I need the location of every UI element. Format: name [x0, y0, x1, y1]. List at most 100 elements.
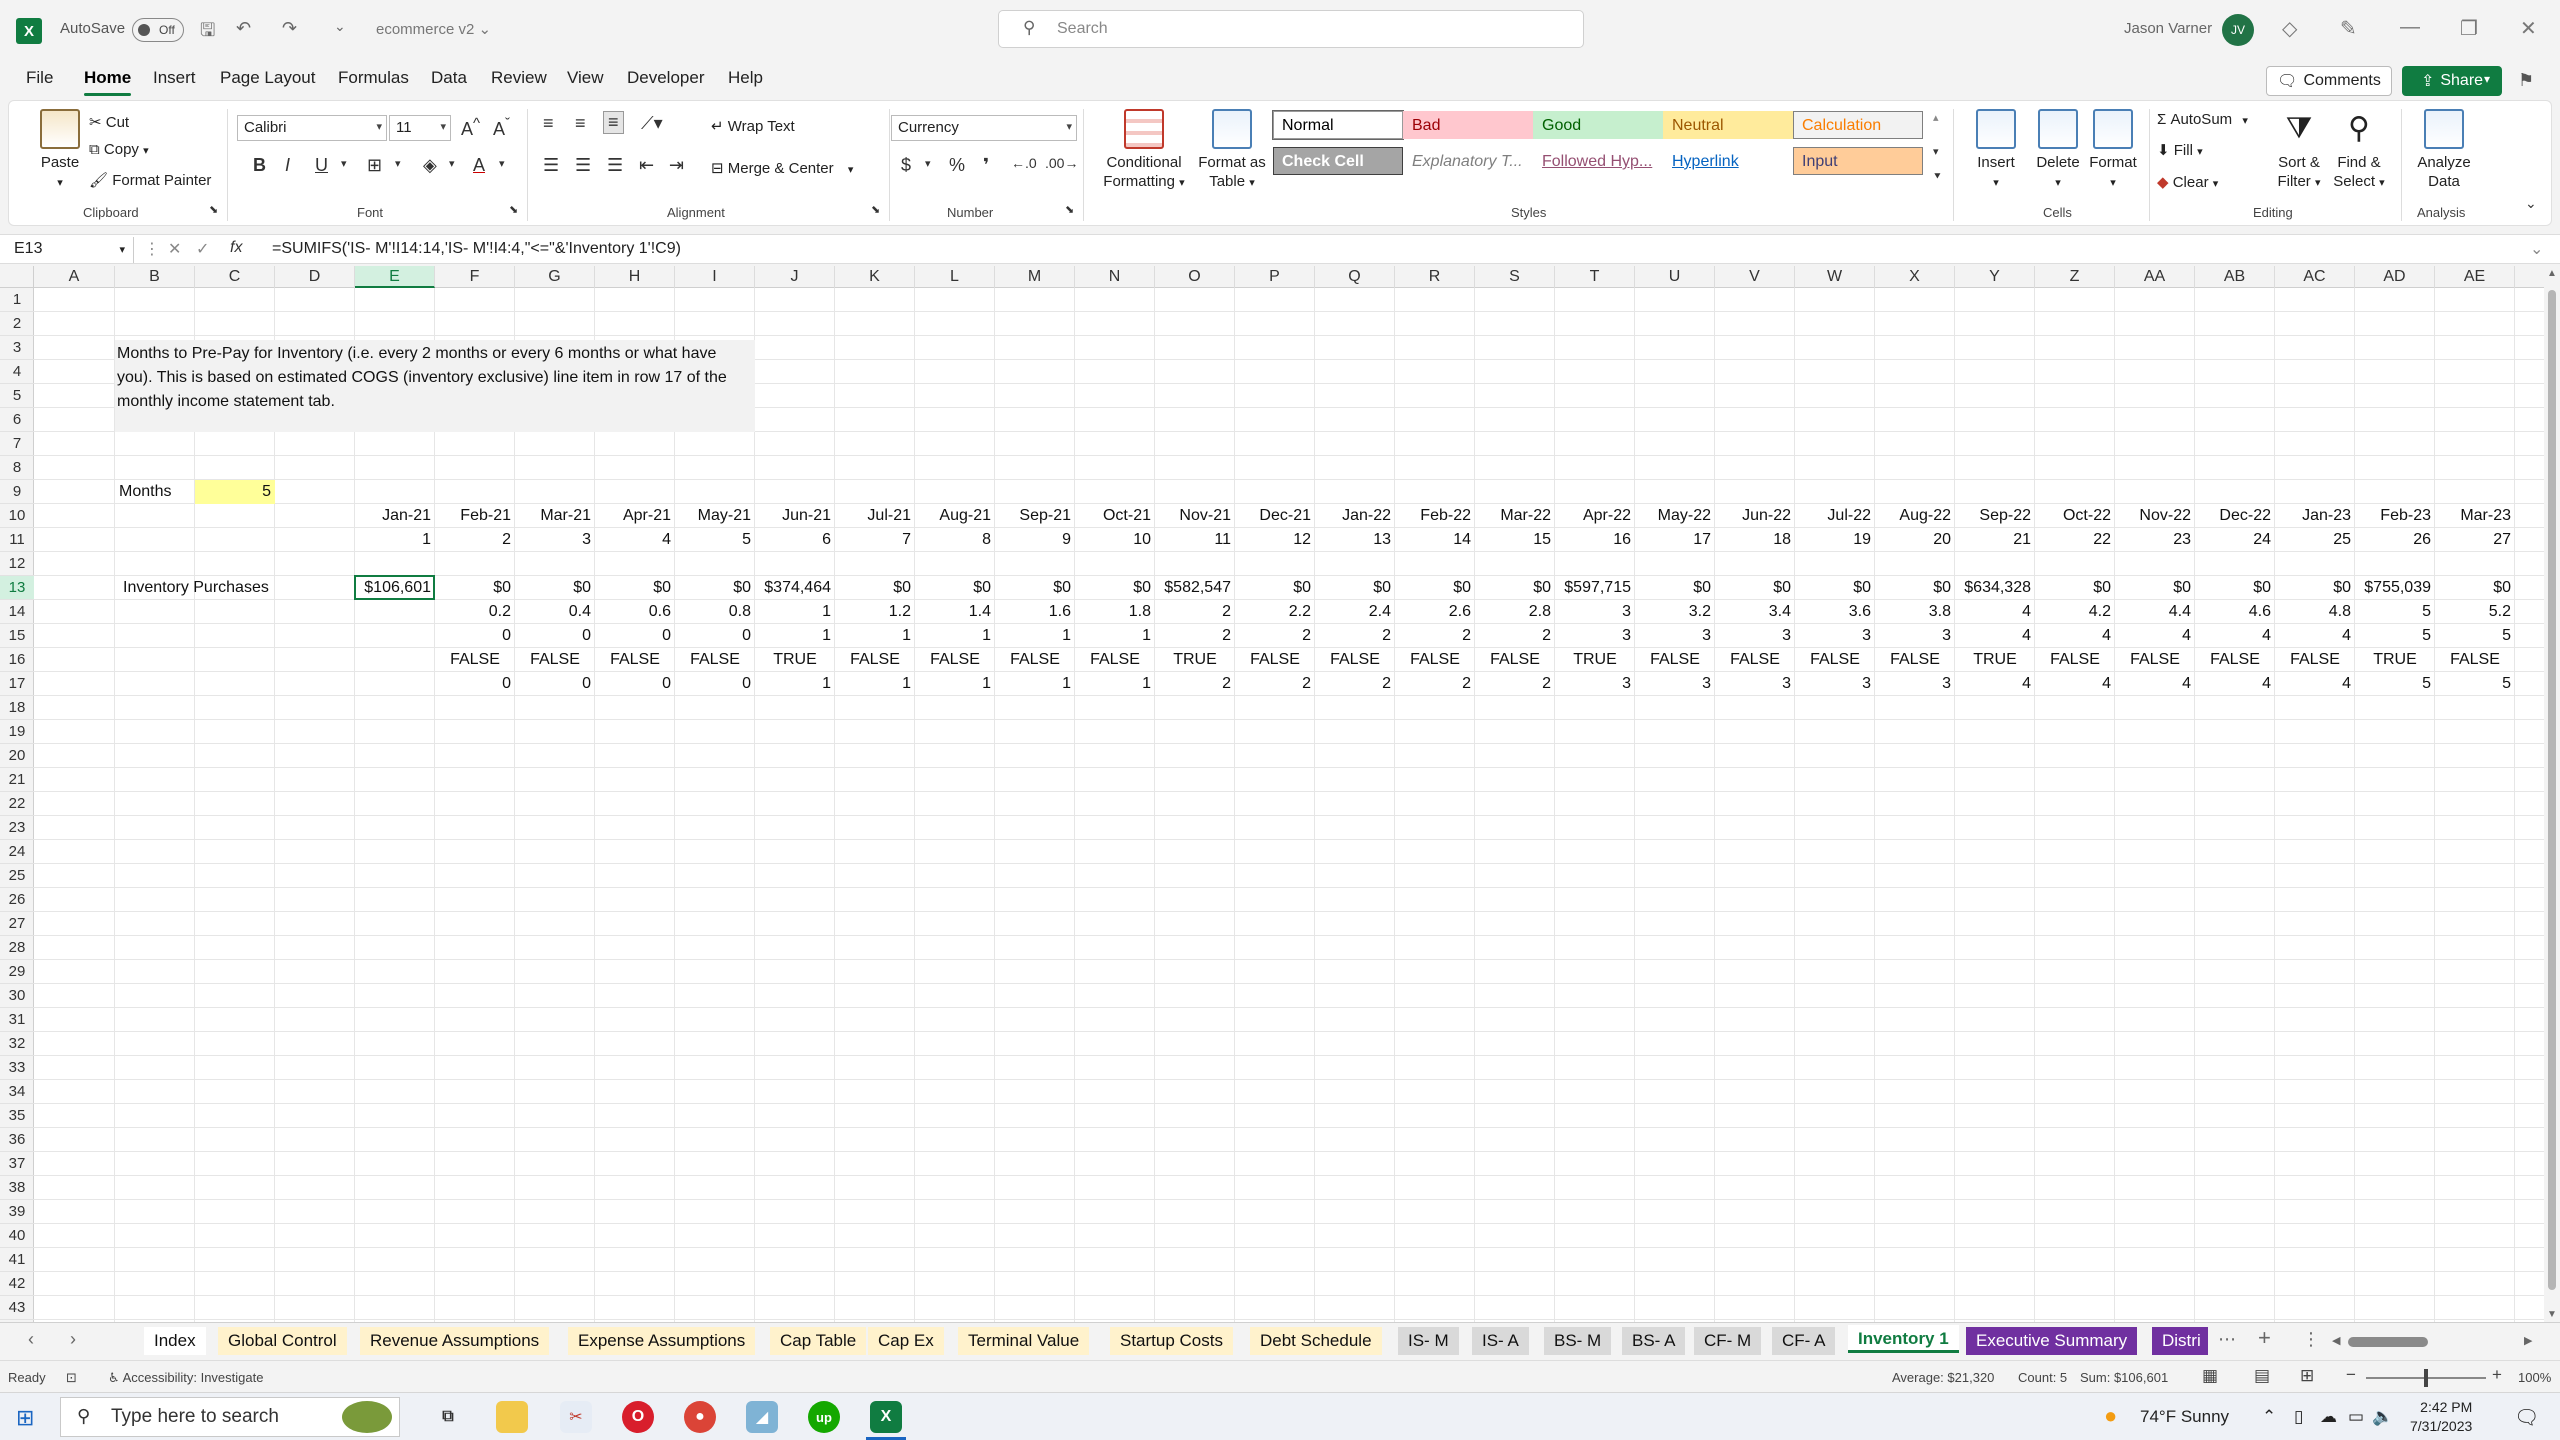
cell[interactable]: $0 [435, 576, 515, 600]
clear-button[interactable]: ◆ Clear ▾ [2157, 173, 2218, 191]
zoom-slider-thumb[interactable] [2424, 1369, 2428, 1387]
column-header[interactable]: U [1635, 266, 1715, 288]
align-center-icon[interactable]: ☰ [575, 155, 591, 176]
tray-device-icon[interactable]: ▯ [2294, 1407, 2303, 1427]
conditional-formatting-button[interactable]: Conditional Formatting ▾ [1091, 109, 1197, 193]
cell[interactable]: FALSE [1075, 648, 1155, 672]
cell-style-input[interactable]: Input [1793, 147, 1923, 175]
cell[interactable]: FALSE [2435, 648, 2515, 672]
cell[interactable]: 11 [1155, 528, 1235, 552]
row-header[interactable]: 43 [0, 1296, 34, 1320]
row-header[interactable]: 25 [0, 864, 34, 888]
vertical-scroll-thumb[interactable] [2548, 290, 2556, 1290]
column-header[interactable]: Z [2035, 266, 2115, 288]
pen-icon[interactable]: ✎ [2340, 16, 2357, 41]
column-header[interactable]: G [515, 266, 595, 288]
sheet-tab[interactable]: Startup Costs [1110, 1327, 1233, 1355]
tab-insert[interactable]: Insert [153, 68, 196, 88]
cell-style-hyperlink[interactable]: Hyperlink [1663, 147, 1793, 175]
cell[interactable]: 1 [755, 624, 835, 648]
cell[interactable]: 1 [835, 672, 915, 696]
column-header[interactable]: D [275, 266, 355, 288]
cell[interactable]: 19 [1795, 528, 1875, 552]
name-box[interactable]: E13 ▾ [8, 237, 134, 263]
page-layout-view-icon[interactable]: ▤ [2254, 1366, 2270, 1386]
cell[interactable]: 5 [195, 480, 275, 504]
row-header[interactable]: 10 [0, 504, 34, 528]
align-top-icon[interactable]: ≡ [543, 113, 554, 134]
cell[interactable]: FALSE [835, 648, 915, 672]
cell[interactable]: Feb-23 [2355, 504, 2435, 528]
row-header[interactable]: 9 [0, 480, 34, 504]
tab-file[interactable]: File [26, 68, 53, 88]
row-header[interactable]: 13 [0, 576, 34, 600]
share-caret-icon[interactable]: ▾ [2484, 72, 2490, 86]
cell[interactable]: 2.6 [1395, 600, 1475, 624]
cell[interactable]: May-21 [675, 504, 755, 528]
cell[interactable]: 3.4 [1715, 600, 1795, 624]
tab-home[interactable]: Home [84, 68, 132, 96]
column-header[interactable]: AE [2435, 266, 2515, 288]
cell[interactable]: Jun-22 [1715, 504, 1795, 528]
comments-button[interactable]: 🗨 Comments [2266, 66, 2392, 96]
cell[interactable]: $597,715 [1555, 576, 1635, 600]
cell[interactable]: 3 [1875, 672, 1955, 696]
cell[interactable]: TRUE [1955, 648, 2035, 672]
cut-button[interactable]: ✂ Cut [89, 113, 129, 131]
cell[interactable]: 0.6 [595, 600, 675, 624]
cell[interactable]: 1 [1075, 672, 1155, 696]
cell[interactable]: Jan-21 [355, 504, 435, 528]
cell[interactable]: 1.4 [915, 600, 995, 624]
feedback-icon[interactable]: ⚑ [2518, 70, 2534, 91]
customize-toolbar-icon[interactable]: ⌄ [334, 18, 346, 35]
row-header[interactable]: 29 [0, 960, 34, 984]
cell[interactable]: 3 [1875, 624, 1955, 648]
copy-button[interactable]: ⧉ Copy ▾ [89, 141, 149, 158]
cell[interactable]: Feb-21 [435, 504, 515, 528]
cell[interactable]: 2 [1395, 624, 1475, 648]
column-header[interactable]: A [34, 266, 115, 288]
cell[interactable]: 4 [2115, 624, 2195, 648]
avatar[interactable]: JV [2222, 14, 2254, 46]
cell-style-neutral[interactable]: Neutral [1663, 111, 1793, 139]
row-header[interactable]: 11 [0, 528, 34, 552]
cell[interactable]: 16 [1555, 528, 1635, 552]
cell[interactable]: 1 [755, 600, 835, 624]
column-header[interactable]: AA [2115, 266, 2195, 288]
cell[interactable]: 4 [2195, 672, 2275, 696]
decrease-font-icon[interactable]: Aˇ [493, 115, 510, 140]
align-right-icon[interactable]: ☰ [607, 155, 623, 176]
cell[interactable]: $0 [1875, 576, 1955, 600]
cell-style-explanatory-t[interactable]: Explanatory T... [1403, 147, 1533, 175]
column-header[interactable]: Q [1315, 266, 1395, 288]
tab-formulas[interactable]: Formulas [338, 68, 409, 88]
cell[interactable]: 3.8 [1875, 600, 1955, 624]
select-all-corner[interactable] [0, 266, 34, 288]
column-header[interactable]: N [1075, 266, 1155, 288]
cell[interactable]: $0 [995, 576, 1075, 600]
cell[interactable]: FALSE [2035, 648, 2115, 672]
network-icon[interactable]: ▭ [2348, 1407, 2364, 1427]
sheet-tab[interactable]: Cap Table [770, 1327, 867, 1355]
row-header[interactable]: 27 [0, 912, 34, 936]
cell[interactable]: 3 [515, 528, 595, 552]
sheet-tab[interactable]: IS- M [1398, 1327, 1459, 1355]
cell[interactable]: Aug-21 [915, 504, 995, 528]
collapse-ribbon-icon[interactable]: ⌄ [2525, 195, 2537, 212]
cell[interactable]: 1 [915, 672, 995, 696]
cell[interactable]: TRUE [1555, 648, 1635, 672]
cell[interactable]: 0 [675, 624, 755, 648]
taskbar-clock[interactable]: 2:42 PM 7/31/2023 [2410, 1398, 2472, 1436]
underline-icon[interactable]: U [315, 155, 328, 176]
cell[interactable]: May-22 [1635, 504, 1715, 528]
cell[interactable]: Oct-21 [1075, 504, 1155, 528]
row-header[interactable]: 22 [0, 792, 34, 816]
cell[interactable]: 3 [1555, 624, 1635, 648]
row-header[interactable]: 30 [0, 984, 34, 1008]
autosum-button[interactable]: Σ AutoSum ▾ [2157, 111, 2248, 128]
row-header[interactable]: 21 [0, 768, 34, 792]
cell[interactable]: $0 [675, 576, 755, 600]
row-header[interactable]: 7 [0, 432, 34, 456]
column-header[interactable]: F [435, 266, 515, 288]
cell-style-check-cell[interactable]: Check Cell [1273, 147, 1403, 175]
